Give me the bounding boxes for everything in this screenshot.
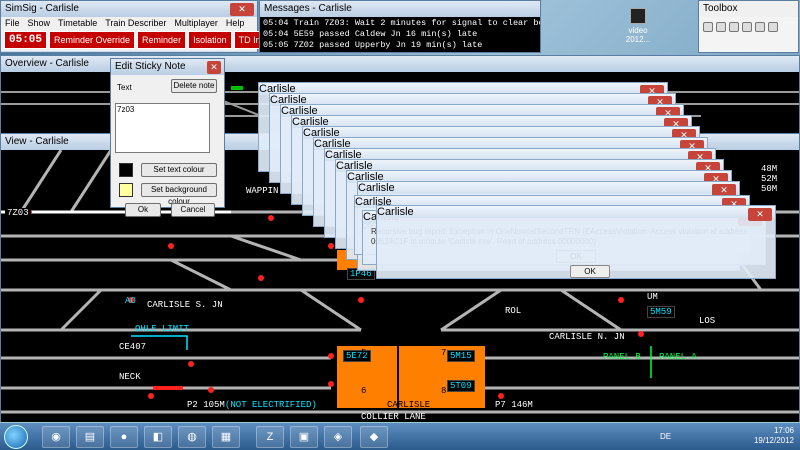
chrome-icon[interactable]: ◉: [42, 426, 70, 448]
platform-5-label: 5: [361, 348, 367, 358]
simsig-close-icon[interactable]: ✕: [230, 3, 254, 16]
message-line: 05:04 5E59 passed Caldew Jn 16 min(s) la…: [263, 29, 478, 39]
label-los: LOS: [699, 316, 716, 326]
error-ok-button[interactable]: OK: [570, 265, 610, 278]
sticky-body: Text Delete note Set text colour Set bac…: [111, 75, 224, 217]
menu-timetable[interactable]: Timetable: [58, 17, 97, 29]
label-neck: NECK: [119, 372, 141, 382]
note-text-field[interactable]: [115, 103, 210, 153]
tool-icon[interactable]: [755, 22, 765, 32]
label-48m: 48M: [761, 164, 778, 174]
firefox-icon[interactable]: ●: [110, 426, 138, 448]
set-text-colour-button[interactable]: Set text colour: [141, 163, 217, 177]
label-um: UM: [647, 292, 658, 302]
sticky-note-dialog: Edit Sticky Note ✕ Text Delete note Set …: [110, 58, 225, 217]
label-52m: 52M: [761, 174, 778, 184]
menu-file[interactable]: File: [5, 17, 20, 29]
tray-time: 17:06: [773, 426, 794, 435]
messages-window: Messages - Carlisle 05:04 Train 7Z03: Wa…: [259, 0, 541, 53]
menu-multiplayer[interactable]: Multiplayer: [174, 17, 218, 29]
label-ce407: CE407: [119, 342, 147, 352]
set-background-colour-button[interactable]: Set background colour: [141, 183, 217, 206]
label-carlisle-n-jn: CARLISLE N. JN: [549, 332, 625, 342]
berth-5m59[interactable]: 5M59: [647, 306, 675, 318]
menu-show[interactable]: Show: [28, 17, 51, 29]
berth-5m15[interactable]: 5M15: [447, 350, 475, 362]
simsig-main-window: SimSig - Carlisle ✕ File Show Timetable …: [0, 0, 343, 53]
toolbox-title: Toolbox: [699, 1, 798, 17]
media-icon[interactable]: ◧: [144, 426, 172, 448]
label-panel-b: PANEL B: [603, 352, 641, 362]
simsig-title: SimSig - Carlisle: [1, 1, 257, 17]
messages-title: Messages - Carlisle: [260, 1, 540, 17]
text-colour-swatch: [119, 163, 133, 177]
sticky-close-icon[interactable]: ✕: [207, 61, 221, 74]
ok-button[interactable]: Ok: [125, 203, 161, 217]
filezilla-icon[interactable]: Z: [256, 426, 284, 448]
tool-icon[interactable]: [703, 22, 713, 32]
menu-train-describer[interactable]: Train Describer: [105, 17, 166, 29]
isolation-button[interactable]: Isolation: [188, 31, 232, 49]
tool-icon[interactable]: [768, 22, 778, 32]
platform-6-label: 6: [361, 386, 367, 396]
messages-list: 05:04 Train 7Z03: Wait 2 minutes for sig…: [260, 17, 540, 52]
start-button[interactable]: [4, 425, 28, 449]
berth-5t09[interactable]: 5T09: [447, 380, 475, 392]
platform-8-label: 8: [441, 386, 447, 396]
menubar: File Show Timetable Train Describer Mult…: [1, 17, 257, 29]
remote-desktop-icon[interactable]: ▣: [290, 426, 318, 448]
label-panel-a: PANEL A: [659, 352, 697, 362]
network-icon[interactable]: ▦: [212, 426, 240, 448]
video-file-icon: [630, 8, 646, 24]
label-ohle-limit: OHLE LIMIT: [135, 324, 190, 334]
berth-5e72[interactable]: 5E72: [343, 350, 371, 362]
simsig-toolbar: 05:05 Reminder Override Reminder Isolati…: [1, 29, 343, 51]
platform-7-label: 7: [441, 348, 447, 358]
camera-icon[interactable]: ◍: [178, 426, 206, 448]
label-collier-lane: COLLIER LANE: [361, 412, 426, 422]
app-icon[interactable]: ◈: [324, 426, 352, 448]
background-colour-swatch: [119, 183, 133, 197]
train-7z03[interactable]: 7Z03: [5, 208, 31, 218]
tool-icon[interactable]: [716, 22, 726, 32]
label-p2: P2 105M: [187, 400, 225, 410]
toolbox-window: Toolbox: [698, 0, 799, 53]
reminder-button[interactable]: Reminder: [137, 31, 187, 49]
tool-icon[interactable]: [729, 22, 739, 32]
message-line: 05:05 7Z02 passed Upperby Jn 19 min(s) l…: [263, 40, 483, 50]
tray-date: 19/12/2012: [753, 436, 794, 445]
label-rol: ROL: [505, 306, 522, 316]
reminder-override-button[interactable]: Reminder Override: [49, 31, 136, 49]
simsig-taskbar-icon[interactable]: ◆: [360, 426, 388, 448]
desktop-icon-label: video 2012...: [625, 26, 651, 44]
desktop-video-icon[interactable]: video 2012...: [618, 8, 658, 44]
delete-note-button[interactable]: Delete note: [171, 79, 217, 93]
message-line: 05:04 Train 7Z03: Wait 2 minutes for sig…: [263, 18, 540, 28]
error-dialog-title: Carlisle: [377, 206, 775, 218]
label-50m: 50M: [761, 184, 778, 194]
toolbox-tools: [699, 17, 798, 37]
cancel-button[interactable]: Cancel: [171, 203, 215, 217]
label-p7: P7 146M: [495, 400, 533, 410]
label-carlisle: CARLISLE: [387, 400, 431, 410]
taskbar: ◉ ▤ ● ◧ ◍ ▦ Z ▣ ◈ ◆ DE 17:06 19/12/2012: [0, 422, 800, 450]
label-carlisle-s-jn: CARLISLE S. JN: [147, 300, 223, 310]
label-wapping: WAPPIN: [246, 186, 279, 196]
tool-icon[interactable]: [742, 22, 752, 32]
error-dialog-title: Carlisle: [358, 182, 739, 194]
menu-help[interactable]: Help: [226, 17, 245, 29]
language-indicator[interactable]: DE: [660, 432, 671, 441]
error-close-icon[interactable]: ✕: [748, 208, 772, 221]
file-explorer-icon[interactable]: ▤: [76, 426, 104, 448]
system-clock[interactable]: 17:06 19/12/2012: [754, 426, 794, 446]
sim-clock[interactable]: 05:05: [4, 31, 48, 49]
label-ao: AO: [125, 296, 136, 306]
label-not-electrified: (NOT ELECTRIFIED): [225, 400, 317, 410]
text-label: Text: [117, 83, 132, 92]
